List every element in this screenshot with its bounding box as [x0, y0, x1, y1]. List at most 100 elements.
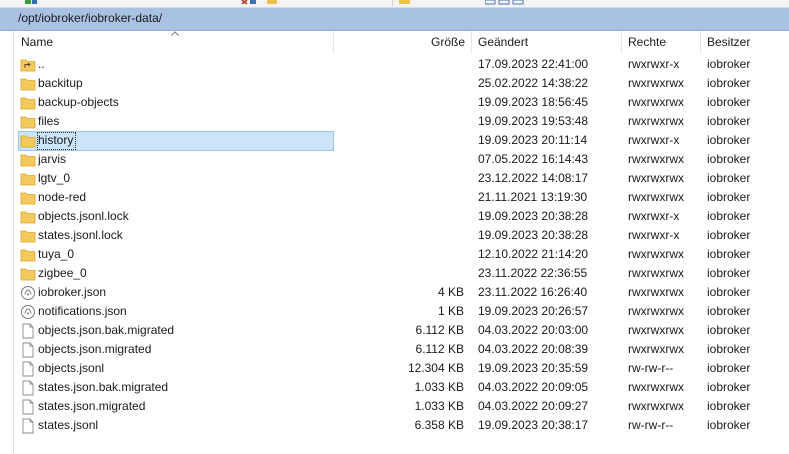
current-path: /opt/iobroker/iobroker-data/ [18, 11, 163, 25]
file-size: 1.033 KB [414, 380, 464, 394]
file-modified: 21.11.2021 13:19:30 [478, 190, 588, 204]
file-row[interactable]: states.json.migrated 1.033 KB 04.03.2022 2… [14, 397, 789, 416]
file-name: history [38, 133, 74, 147]
file-row[interactable]: objects.json.bak.migrated 6.112 KB 04.03.2… [14, 321, 789, 340]
column-owner[interactable]: Besitzer [701, 31, 789, 54]
json-file-icon [20, 304, 36, 320]
file-row[interactable]: jarvis 07.05.2022 16:14:43 rwxrwxrwx iobrok… [14, 150, 789, 169]
file-rights: rwxrwxrwx [628, 342, 684, 356]
file-modified: 19.09.2023 20:35:59 [478, 361, 589, 375]
file-row[interactable]: iobroker.json 4 KB 23.11.2022 16:26:40 rwxr… [14, 283, 789, 302]
file-rights: rwxrwxrwx [628, 323, 684, 337]
file-row[interactable]: objects.jsonl.lock 19.09.2023 20:38:28 rwx… [14, 207, 789, 226]
file-size [344, 150, 464, 169]
file-row[interactable]: backitup 25.02.2022 14:38:22 rwxrwxrwx iobr… [14, 74, 789, 93]
view-icons[interactable] [485, 0, 525, 5]
file-owner: iobroker [707, 95, 751, 109]
file-row[interactable]: objects.json.migrated 6.112 KB 04.03.2022 … [14, 340, 789, 359]
file-size: 6.358 KB [414, 418, 464, 432]
file-rights: rwxrwxrwx [628, 114, 684, 128]
file-row[interactable]: states.jsonl.lock 19.09.2023 20:38:28 rwxr… [14, 226, 789, 245]
file-size [344, 245, 464, 264]
path-bar[interactable]: /opt/iobroker/iobroker-data/ [0, 8, 789, 31]
file-owner: iobroker [707, 209, 751, 223]
folder-icon [20, 266, 36, 282]
file-row[interactable]: lgtv_0 23.12.2022 14:08:17 rwxrwxrwx iobrok… [14, 169, 789, 188]
file-row[interactable]: states.json.bak.migrated 1.033 KB 04.03.20… [14, 378, 789, 397]
folder-icon [20, 95, 36, 111]
folder-icon [20, 114, 36, 130]
column-header: Name Größe Geändert Rechte Besitzer [14, 31, 789, 54]
file-owner: iobroker [707, 361, 751, 375]
toolbar-separator [392, 0, 393, 6]
file-owner: iobroker [707, 304, 751, 318]
file-size [344, 131, 464, 150]
file-owner: iobroker [707, 399, 751, 413]
file-rights: rwxrwxr-x [628, 133, 680, 147]
file-owner: iobroker [707, 285, 751, 299]
file-owner: iobroker [707, 114, 751, 128]
file-owner: iobroker [707, 247, 751, 261]
folder-icon [20, 171, 36, 187]
file-name: objects.json.bak.migrated [38, 323, 175, 337]
column-size[interactable]: Größe [334, 31, 472, 54]
folder-icon [20, 228, 36, 244]
file-rights: rw-rw-r-- [628, 361, 674, 375]
file-name: tuya_0 [38, 247, 75, 261]
file-row[interactable]: objects.jsonl 12.304 KB 19.09.2023 20:35:5… [14, 359, 789, 378]
file-row[interactable]: tuya_0 12.10.2022 21:14:20 rwxrwxrwx iobrok… [14, 245, 789, 264]
file-size [344, 264, 464, 283]
file-icon [20, 418, 36, 434]
file-size [344, 169, 464, 188]
file-owner: iobroker [707, 380, 751, 394]
file-name: backitup [38, 76, 83, 90]
file-owner: iobroker [707, 266, 751, 280]
file-icon [20, 342, 36, 358]
file-name: notifications.json [38, 304, 127, 318]
file-size [344, 188, 464, 207]
file-icon [20, 361, 36, 377]
column-rights-label: Rechte [628, 35, 667, 49]
folder-toolbar-icon[interactable] [267, 0, 277, 5]
file-owner: iobroker [707, 152, 751, 166]
file-rights: rw-rw-r-- [628, 418, 674, 432]
file-rights: rwxrwxr-x [628, 57, 680, 71]
file-row[interactable]: notifications.json 1 KB 19.09.2023 20:26:5… [14, 302, 789, 321]
file-size [344, 74, 464, 93]
delete-icon[interactable] [240, 0, 258, 5]
file-name: .. [38, 57, 45, 71]
file-size [344, 112, 464, 131]
file-name: states.json.bak.migrated [38, 380, 169, 394]
file-name: zigbee_0 [38, 266, 87, 280]
file-name: objects.jsonl.lock [38, 209, 129, 223]
folder-toolbar-icon-right[interactable] [399, 0, 411, 5]
file-rights: rwxrwxrwx [628, 152, 684, 166]
file-modified: 23.11.2022 22:36:55 [478, 266, 588, 280]
file-row[interactable]: history 19.09.2023 20:11:14 rwxrwxr-x iobro… [14, 131, 789, 151]
file-name: node-red [38, 190, 87, 204]
file-owner: iobroker [707, 342, 751, 356]
file-rights: rwxrwxrwx [628, 247, 684, 261]
file-rights: rwxrwxrwx [628, 190, 684, 204]
file-row[interactable]: node-red 21.11.2021 13:19:30 rwxrwxrwx iobr… [14, 188, 789, 207]
file-row[interactable]: zigbee_0 23.11.2022 22:36:55 rwxrwxrwx iobr… [14, 264, 789, 283]
file-rights: rwxrwxrwx [628, 285, 684, 299]
column-rights[interactable]: Rechte [622, 31, 701, 54]
file-modified: 23.12.2022 14:08:17 [478, 171, 589, 185]
file-modified: 19.09.2023 20:11:14 [478, 133, 588, 147]
file-row[interactable]: states.jsonl 6.358 KB 19.09.2023 20:38:17 r… [14, 416, 789, 435]
file-modified: 04.03.2022 20:09:05 [478, 380, 589, 394]
sort-ascending-icon [171, 31, 179, 36]
column-modified[interactable]: Geändert [472, 31, 622, 54]
file-row[interactable]: backup-objects 19.09.2023 18:56:45 rwxrwxr… [14, 93, 789, 112]
file-list-panel: Name Größe Geändert Rechte Besitzer .. 17… [13, 31, 789, 454]
file-size: 1.033 KB [414, 399, 464, 413]
file-rights: rwxrwxrwx [628, 399, 684, 413]
file-size: 4 KB [437, 285, 464, 299]
file-modified: 19.09.2023 18:56:45 [478, 95, 589, 109]
toolbar-icon-green[interactable] [24, 0, 38, 5]
file-row[interactable]: files 19.09.2023 19:53:48 rwxrwxrwx iobroke… [14, 112, 789, 131]
file-rights: rwxrwxr-x [628, 209, 680, 223]
file-row[interactable]: .. 17.09.2023 22:41:00 rwxrwxr-x iobroker [14, 55, 789, 74]
file-modified: 23.11.2022 16:26:40 [478, 285, 588, 299]
